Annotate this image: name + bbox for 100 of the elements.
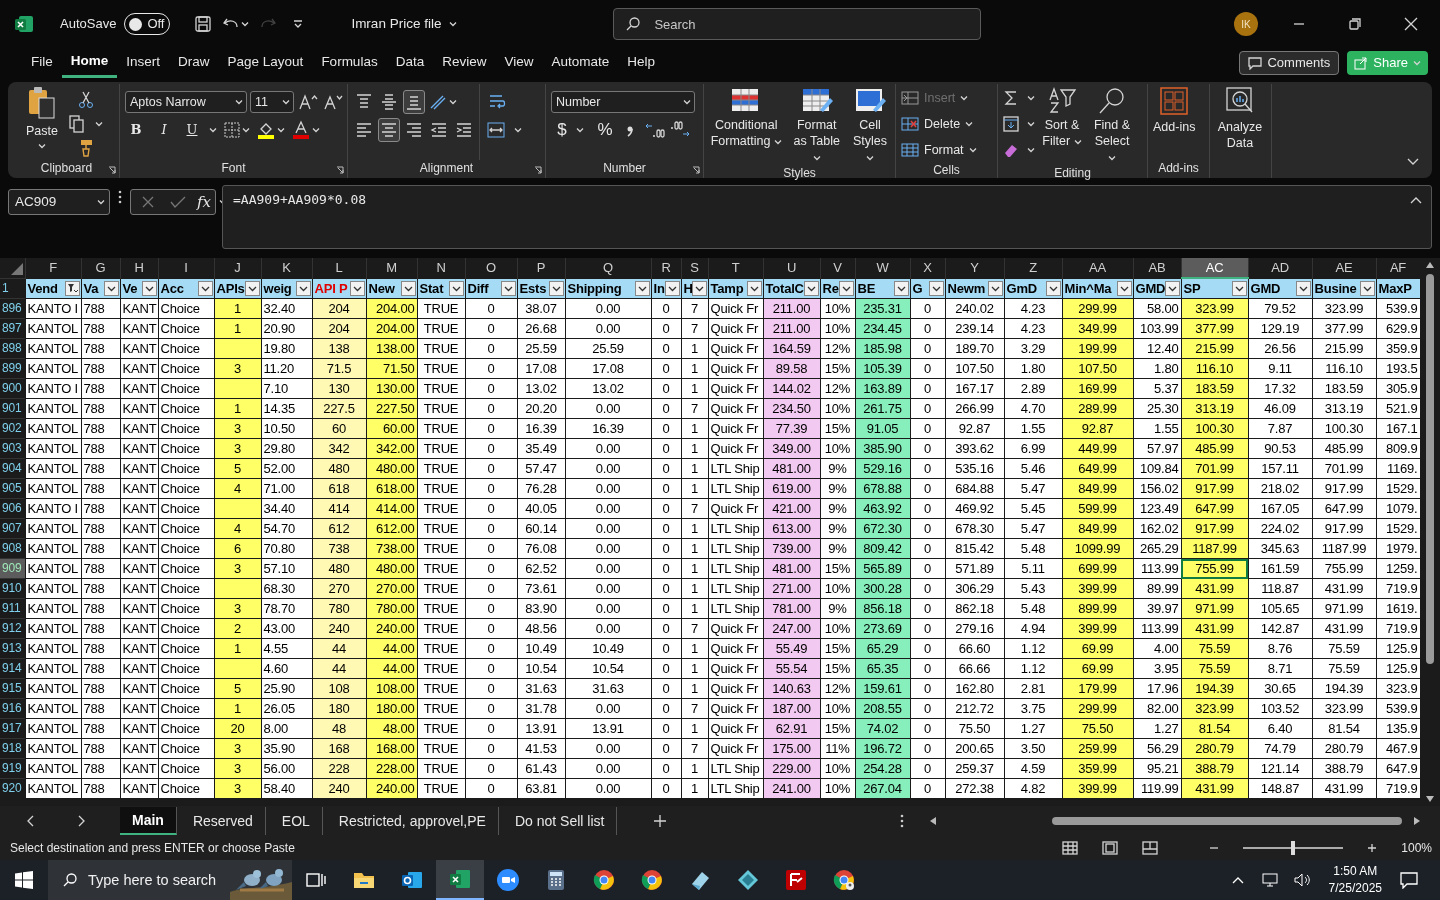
ribbon-tab[interactable]: Help bbox=[618, 48, 665, 78]
filter-dropdown-button[interactable] bbox=[1231, 281, 1247, 296]
column-heading[interactable]: S bbox=[681, 258, 708, 278]
column-heading[interactable]: U bbox=[763, 258, 820, 278]
ribbon-tab[interactable]: Insert bbox=[117, 48, 170, 78]
column-heading[interactable]: AD bbox=[1248, 258, 1312, 278]
column-heading[interactable]: Y bbox=[945, 258, 1004, 278]
find-select-button[interactable]: Find & Select bbox=[1089, 84, 1135, 165]
column-heading[interactable]: N bbox=[417, 258, 465, 278]
filter-dropdown-button[interactable] bbox=[838, 280, 854, 296]
paste-button[interactable]: Paste bbox=[19, 84, 65, 160]
clock[interactable]: 1:50 AM 7/25/2025 bbox=[1322, 863, 1388, 897]
ribbon-tab[interactable]: Formulas bbox=[312, 48, 387, 78]
filter-dropdown-button[interactable] bbox=[691, 280, 707, 296]
sheet-tab[interactable]: Reserved bbox=[180, 807, 266, 835]
row-number[interactable]: 916 bbox=[0, 698, 25, 719]
filter-dropdown-button[interactable] bbox=[64, 280, 80, 296]
copy-button[interactable] bbox=[69, 112, 103, 136]
ribbon-tab[interactable]: File bbox=[22, 48, 62, 78]
column-heading[interactable]: M bbox=[366, 258, 417, 278]
font-color-button[interactable] bbox=[291, 118, 320, 142]
row-number[interactable]: 907 bbox=[0, 518, 25, 539]
filter-dropdown-button[interactable] bbox=[893, 280, 909, 296]
sheet-tab[interactable]: EOL bbox=[269, 807, 323, 835]
row-number[interactable]: 915 bbox=[0, 678, 25, 699]
row-number[interactable]: 902 bbox=[0, 418, 25, 439]
ribbon-tab[interactable]: Draw bbox=[169, 48, 219, 78]
number-format-field[interactable]: Number bbox=[551, 91, 695, 113]
filter-dropdown-button[interactable] bbox=[634, 280, 650, 296]
row-number[interactable]: 911 bbox=[0, 598, 25, 619]
italic-button[interactable]: I bbox=[153, 118, 175, 142]
font-size-field[interactable]: 11 bbox=[250, 91, 294, 113]
row-number[interactable]: 913 bbox=[0, 638, 25, 659]
scroll-left-icon[interactable] bbox=[930, 817, 936, 825]
filter-dropdown-button[interactable] bbox=[548, 280, 564, 296]
row-number[interactable]: 897 bbox=[0, 318, 25, 339]
column-heading[interactable]: R bbox=[651, 258, 681, 278]
column-heading[interactable]: F bbox=[25, 258, 81, 278]
file-name-button[interactable]: Imran Price file bbox=[351, 13, 458, 35]
filter-dropdown-button[interactable] bbox=[1164, 280, 1180, 296]
scroll-right-icon[interactable] bbox=[1414, 817, 1420, 825]
taskbar-search-field[interactable]: Type here to search bbox=[48, 860, 230, 900]
filter-dropdown-button[interactable] bbox=[1116, 280, 1132, 296]
row-number[interactable]: 905 bbox=[0, 478, 25, 499]
column-heading[interactable]: P bbox=[517, 258, 565, 278]
row-number[interactable]: 896 bbox=[0, 298, 25, 319]
filter-dropdown-button[interactable] bbox=[448, 280, 464, 296]
align-center-button[interactable] bbox=[378, 118, 400, 142]
row-number[interactable]: 901 bbox=[0, 398, 25, 419]
filter-dropdown-button[interactable] bbox=[103, 280, 119, 296]
vertical-scrollbar-thumb[interactable] bbox=[1426, 274, 1434, 664]
column-heading[interactable]: Z bbox=[1004, 258, 1062, 278]
percent-button[interactable]: % bbox=[594, 118, 616, 142]
filter-dropdown-button[interactable] bbox=[197, 280, 213, 296]
column-heading[interactable]: T bbox=[708, 258, 763, 278]
row-number[interactable]: 900 bbox=[0, 378, 25, 399]
column-heading[interactable]: K bbox=[261, 258, 312, 278]
insert-function-button[interactable]: fx bbox=[197, 190, 211, 214]
delete-cells-button[interactable]: Delete bbox=[901, 112, 977, 136]
column-heading[interactable]: Q bbox=[565, 258, 651, 278]
column-heading[interactable]: AB bbox=[1133, 258, 1181, 278]
comments-button[interactable]: Comments bbox=[1239, 51, 1340, 75]
filter-dropdown-button[interactable] bbox=[500, 280, 516, 296]
filter-dropdown-button[interactable] bbox=[803, 280, 819, 296]
ribbon-tab[interactable]: Automate bbox=[542, 48, 619, 78]
row-number[interactable]: 904 bbox=[0, 458, 25, 479]
column-heading[interactable]: AE bbox=[1312, 258, 1376, 278]
sort-filter-button[interactable]: Sort & Filter bbox=[1039, 84, 1085, 165]
column-heading[interactable]: O bbox=[465, 258, 517, 278]
dialog-launcher-icon[interactable] bbox=[692, 166, 700, 174]
column-heading[interactable]: G bbox=[81, 258, 120, 278]
underline-button[interactable]: U bbox=[181, 118, 203, 142]
filter-dropdown-button[interactable] bbox=[400, 280, 416, 296]
filter-dropdown-button[interactable] bbox=[987, 280, 1003, 296]
formula-field[interactable]: =AA909+AA909*0.08 bbox=[222, 185, 1432, 249]
row-number[interactable]: 906 bbox=[0, 498, 25, 519]
column-heading[interactable]: AA bbox=[1062, 258, 1133, 278]
filter-dropdown-button[interactable] bbox=[244, 280, 260, 296]
row-number[interactable]: 1 bbox=[0, 278, 25, 299]
currency-button[interactable]: $ bbox=[551, 118, 573, 142]
font-name-field[interactable]: Aptos Narrow bbox=[125, 91, 247, 113]
bold-button[interactable]: B bbox=[125, 118, 147, 142]
align-bottom-button[interactable] bbox=[403, 90, 425, 114]
column-heading[interactable]: L bbox=[312, 258, 366, 278]
add-ins-button[interactable]: Add-ins bbox=[1153, 84, 1196, 160]
filter-dropdown-button[interactable] bbox=[1045, 280, 1061, 296]
row-number[interactable]: 917 bbox=[0, 718, 25, 739]
row-number[interactable]: 914 bbox=[0, 658, 25, 679]
column-heading[interactable]: J bbox=[214, 258, 261, 278]
select-all-icon[interactable] bbox=[10, 262, 23, 275]
sheet-tab[interactable]: Restricted, approvel,PE bbox=[326, 807, 499, 835]
filter-dropdown-button[interactable] bbox=[349, 280, 365, 296]
dialog-launcher-icon[interactable] bbox=[534, 166, 542, 174]
sheet-tab[interactable]: Do not Sell list bbox=[502, 807, 618, 835]
scroll-up-icon[interactable] bbox=[1426, 262, 1434, 268]
column-heading[interactable]: X bbox=[910, 258, 945, 278]
column-heading[interactable]: AC bbox=[1181, 258, 1248, 278]
row-number[interactable]: 910 bbox=[0, 578, 25, 599]
row-number[interactable]: 918 bbox=[0, 738, 25, 759]
more-options-icon[interactable] bbox=[900, 814, 904, 828]
